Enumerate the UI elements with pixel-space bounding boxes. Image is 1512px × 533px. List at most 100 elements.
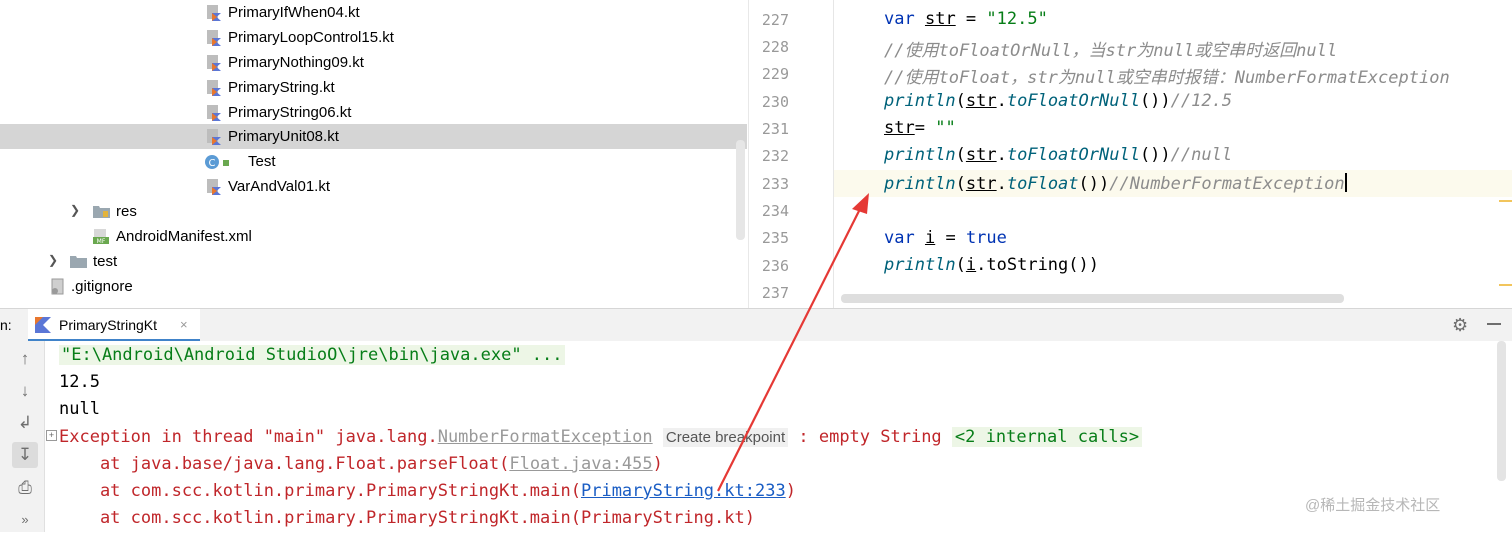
kotlin-file-icon <box>207 80 221 96</box>
command-line: "E:\Android\Android StudioO\jre\bin\java… <box>59 345 565 365</box>
kotlin-file-icon <box>207 105 221 121</box>
code-line-228[interactable]: //使用toFloatOrNull，当str为null或空串时返回null <box>884 36 1337 61</box>
tree-item-selected[interactable]: PrimaryUnit08.kt <box>0 124 747 149</box>
tree-item[interactable]: .gitignore <box>0 274 747 299</box>
line-number: 237 <box>761 284 789 302</box>
tree-item-test[interactable]: ❯ test <box>0 249 747 274</box>
code-line-231[interactable]: str= "" <box>884 118 956 138</box>
tree-item[interactable]: PrimaryString06.kt <box>0 100 747 125</box>
code-comment: //使用toFloat，str为null或空串时报错：NumberFormatE… <box>884 68 1450 88</box>
code-token: i <box>965 255 977 275</box>
console-line: null <box>59 399 100 419</box>
arrow-down-icon[interactable]: ↓ <box>12 378 38 404</box>
code-line-230[interactable]: println(str.toFloatOrNull())//12.5 <box>884 91 1232 111</box>
code-token: . <box>996 91 1007 111</box>
kotlin-icon <box>35 317 51 333</box>
code-token: println <box>884 174 956 194</box>
tree-item[interactable]: C Test <box>0 149 747 174</box>
close-icon[interactable]: × <box>180 317 188 332</box>
code-line-236[interactable]: println(i.toString()) <box>884 255 1099 275</box>
code-token: str <box>965 174 997 194</box>
code-line-232[interactable]: println(str.toFloatOrNull())//null <box>884 145 1232 165</box>
run-panel-header: n: PrimaryStringKt × ⚙ <box>0 308 1512 342</box>
tree-item[interactable]: MF AndroidManifest.xml <box>0 224 747 249</box>
tree-item[interactable]: PrimaryIfWhen04.kt <box>0 0 747 25</box>
editor-gutter: 227 228 229 230 231 232 233 234 235 236 … <box>749 0 834 308</box>
code-token: . <box>996 145 1007 165</box>
folder-icon <box>70 256 87 268</box>
code-token: = <box>955 9 987 29</box>
chevron-right-icon[interactable]: ❯ <box>48 253 58 267</box>
console-line: "E:\Android\Android StudioO\jre\bin\java… <box>59 345 565 365</box>
tree-item[interactable]: PrimaryString.kt <box>0 75 747 100</box>
svg-text:C: C <box>209 158 216 169</box>
code-token: str <box>965 145 997 165</box>
more-icon[interactable]: » <box>12 507 38 533</box>
text-caret <box>1344 173 1347 192</box>
code-token: true <box>965 228 1007 248</box>
stack-text: ) <box>652 454 663 474</box>
console-line-stack: at java.base/java.lang.Float.parseFloat(… <box>59 454 663 474</box>
tree-item-res[interactable]: ❯ res <box>0 199 747 224</box>
create-breakpoint-button[interactable]: Create breakpoint <box>662 428 789 447</box>
code-line-233[interactable]: println(str.toFloat())//NumberFormatExce… <box>884 173 1347 194</box>
stack-source-link[interactable]: Float.java:455 <box>509 454 652 474</box>
code-line-227[interactable]: var str = "12.5" <box>884 9 1048 29</box>
error-stripe-mark[interactable] <box>1499 200 1512 202</box>
tree-scrollbar[interactable] <box>736 140 745 240</box>
tree-item[interactable]: PrimaryNothing09.kt <box>0 50 747 75</box>
line-number: 228 <box>761 38 789 56</box>
minimize-icon[interactable] <box>1487 323 1501 325</box>
code-token: ( <box>955 255 966 275</box>
class-icon: C <box>205 155 229 169</box>
code-token: = <box>914 118 936 138</box>
soft-wrap-icon[interactable]: ↲ <box>12 410 38 436</box>
tree-item[interactable]: VarAndVal01.kt <box>0 174 747 199</box>
console-output[interactable]: + "E:\Android\Android StudioO\jre\bin\ja… <box>45 341 1512 532</box>
error-stripe-mark[interactable] <box>1499 284 1512 286</box>
exception-message: : empty String <box>788 427 952 447</box>
editor-horizontal-scrollbar[interactable] <box>841 294 1344 303</box>
console-scrollbar[interactable] <box>1497 341 1506 481</box>
run-tab[interactable]: PrimaryStringKt × <box>28 309 200 342</box>
expand-icon[interactable]: + <box>46 430 57 441</box>
file-icon <box>51 278 64 295</box>
tree-item-label: res <box>116 203 137 220</box>
code-comment: //12.5 <box>1170 91 1233 111</box>
code-line-235[interactable]: var i = true <box>884 228 1007 248</box>
line-number: 233 <box>761 175 789 193</box>
svg-text:MF: MF <box>97 238 106 245</box>
internal-calls-toggle[interactable]: <2 internal calls> <box>951 427 1143 447</box>
print-icon[interactable]: ⎙ <box>12 475 38 501</box>
arrow-up-icon[interactable]: ↑ <box>12 346 38 372</box>
console-line-exception: Exception in thread "main" java.lang.Num… <box>59 427 1143 447</box>
code-token: str <box>924 9 956 29</box>
tree-item-label: PrimaryIfWhen04.kt <box>228 4 360 21</box>
code-editor[interactable]: 227 228 229 230 231 232 233 234 235 236 … <box>748 0 1512 308</box>
code-line-229[interactable]: //使用toFloat，str为null或空串时报错：NumberFormatE… <box>884 63 1450 88</box>
code-comment: //NumberFormatException <box>1109 174 1345 194</box>
stack-text: at java.base/java.lang.Float.parseFloat( <box>59 454 510 474</box>
line-number: 229 <box>761 65 789 83</box>
stack-text: at com.scc.kotlin.primary.PrimaryStringK… <box>59 481 581 501</box>
tree-item-label: PrimaryString.kt <box>228 79 335 96</box>
line-number: 235 <box>761 229 789 247</box>
code-token: "" <box>935 118 956 138</box>
kotlin-file-icon <box>207 55 221 71</box>
tree-item-label: PrimaryLoopControl15.kt <box>228 29 394 46</box>
tree-item-label: Test <box>248 153 276 170</box>
line-number: 230 <box>761 93 789 111</box>
stack-source-link[interactable]: PrimaryString.kt:233 <box>581 481 786 501</box>
tree-item-label: PrimaryNothing09.kt <box>228 54 364 71</box>
tree-item-label: AndroidManifest.xml <box>116 228 252 245</box>
gear-icon[interactable]: ⚙ <box>1452 315 1468 336</box>
resource-folder-icon <box>93 206 110 218</box>
tree-item[interactable]: PrimaryLoopControl15.kt <box>0 25 747 50</box>
code-token: toFloatOrNull <box>1006 145 1140 165</box>
code-token: "12.5" <box>986 9 1048 29</box>
chevron-right-icon[interactable]: ❯ <box>70 203 80 217</box>
scroll-to-end-icon[interactable]: ↧ <box>12 442 38 468</box>
exception-class-link[interactable]: NumberFormatException <box>438 427 653 447</box>
run-toolbar: ↑ ↓ ↲ ↧ ⎙ » <box>0 341 45 532</box>
kotlin-file-icon <box>207 179 221 195</box>
